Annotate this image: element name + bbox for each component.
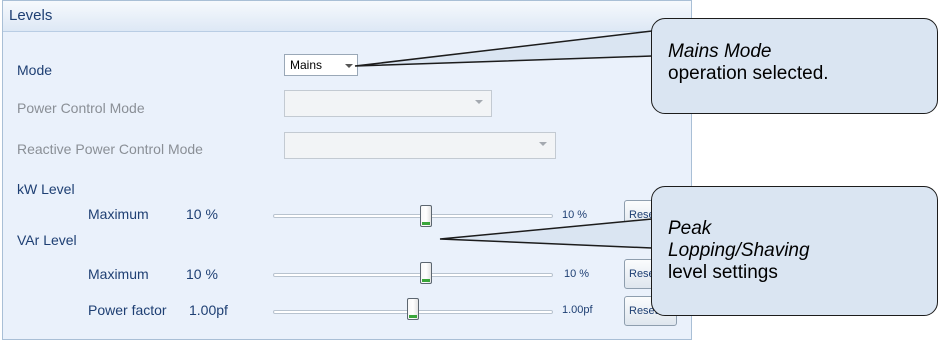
peak-lopping-callout: Peak Lopping/Shaving level settings bbox=[651, 186, 938, 316]
mains-callout-pointer bbox=[354, 30, 653, 67]
mains-callout-line1: Mains Mode bbox=[668, 41, 772, 62]
peak-callout-line1: Peak bbox=[668, 218, 712, 239]
peak-callout-line2: Lopping/Shaving bbox=[668, 240, 810, 261]
peak-callout-pointer bbox=[439, 218, 653, 249]
mains-callout-line2: operation selected. bbox=[668, 63, 829, 84]
peak-callout-line3: level settings bbox=[668, 262, 778, 283]
mains-mode-callout: Mains Mode operation selected. bbox=[651, 18, 938, 114]
